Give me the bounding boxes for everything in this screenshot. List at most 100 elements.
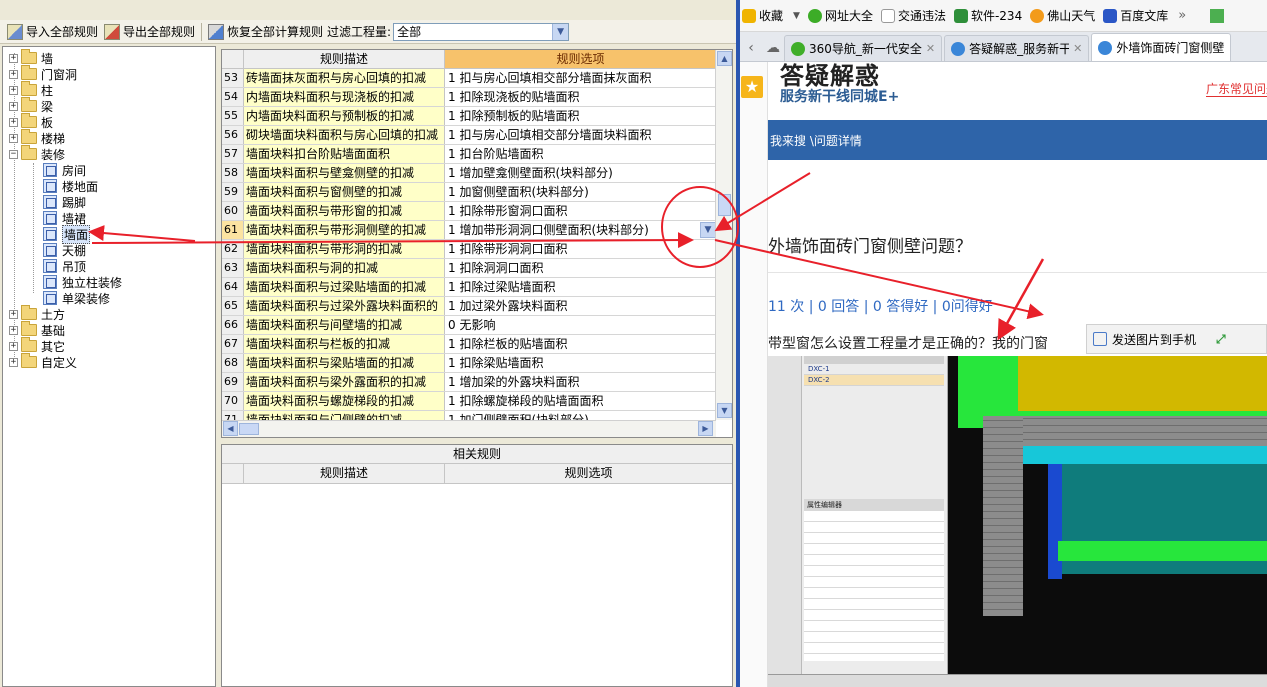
tab-active-question[interactable]: 外墙饰面砖门窗侧壁 [1091, 33, 1232, 61]
scroll-down-icon[interactable]: ▼ [717, 403, 732, 418]
tree-node-stairs[interactable]: + 楼梯 [9, 129, 65, 146]
filter-quantity-select[interactable]: 全部 ▼ [393, 22, 570, 41]
fullscreen-icon[interactable]: ⤢ [1216, 332, 1226, 347]
rule-option-cell[interactable]: 1 扣除预制板的贴墙面积 [445, 107, 716, 125]
rule-description-cell[interactable]: 内墙面块料面积与现浇板的扣减 [244, 88, 445, 106]
rule-option-cell[interactable]: 1 扣与房心回填相交部分墙面块料面积 [445, 126, 716, 144]
rule-option-cell[interactable]: 1 扣与房心回填相交部分墙面抹灰面积 [445, 69, 716, 87]
rule-option-cell[interactable]: 1 扣除带形窗洞口面积 [445, 202, 716, 220]
vertical-scrollbar[interactable]: ▲ ▼ [715, 50, 732, 420]
tree-node-room[interactable]: 房间 [43, 162, 86, 178]
rule-row[interactable]: 65 墙面块料面积与过梁外露块料面积的 1 加过梁外露块料面积 [222, 297, 716, 316]
tree-node-other[interactable]: + 其它 [9, 337, 65, 354]
expand-icon[interactable]: + [9, 69, 18, 79]
rule-description-cell[interactable]: 墙面块料面积与带形洞侧壁的扣减 [244, 221, 445, 239]
rule-description-cell[interactable]: 墙面块料面积与梁外露面积的扣减 [244, 373, 445, 391]
rule-row[interactable]: 68 墙面块料面积与梁贴墙面的扣减 1 扣除梁贴墙面积 [222, 354, 716, 373]
rule-description-cell[interactable]: 内墙面块料面积与预制板的扣减 [244, 107, 445, 125]
rule-row[interactable]: 59 墙面块料面积与窗侧壁的扣减 1 加窗侧壁面积(块料部分) [222, 183, 716, 202]
chevron-down-icon[interactable]: ▼ [793, 11, 800, 21]
chevron-down-icon[interactable]: ▼ [552, 23, 569, 40]
rule-row[interactable]: 57 墙面块料扣台阶贴墙面面积 1 扣台阶贴墙面积 [222, 145, 716, 164]
rule-row[interactable]: 60 墙面块料面积与带形窗的扣减 1 扣除带形窗洞口面积 [222, 202, 716, 221]
rule-description-cell[interactable]: 墙面块料扣台阶贴墙面面积 [244, 145, 445, 163]
bookmark-baidu-library[interactable]: 百度文库 [1103, 7, 1168, 24]
rule-row[interactable]: 55 内墙面块料面积与预制板的扣减 1 扣除预制板的贴墙面积 [222, 107, 716, 126]
tree-node-beam[interactable]: + 梁 [9, 97, 53, 114]
rule-row[interactable]: 69 墙面块料面积与梁外露面积的扣减 1 增加梁的外露块料面积 [222, 373, 716, 392]
rule-description-cell[interactable]: 墙面块料面积与栏板的扣减 [244, 335, 445, 353]
expand-icon[interactable]: + [9, 117, 18, 127]
rule-description-cell[interactable]: 砖墙面抹灰面积与房心回填的扣减 [244, 69, 445, 87]
rule-option-cell[interactable]: 1 扣台阶贴墙面积 [445, 145, 716, 163]
send-image-to-phone-button[interactable]: 发送图片到手机 ⤢ [1086, 324, 1267, 354]
rule-row[interactable]: 54 内墙面块料面积与现浇板的扣减 1 扣除现浇板的贴墙面积 [222, 88, 716, 107]
apps-grid-icon[interactable] [1210, 8, 1225, 23]
rule-option-cell[interactable]: 1 扣除现浇板的贴墙面积 [445, 88, 716, 106]
scroll-thumb[interactable] [718, 194, 731, 216]
rule-option-cell[interactable]: 1 扣除梁贴墙面积 [445, 354, 716, 372]
tree-node-door-window[interactable]: + 门窗洞 [9, 65, 77, 82]
rule-row[interactable]: 62 墙面块料面积与带形洞的扣减 1 扣除带形洞洞口面积 [222, 240, 716, 259]
rule-option-cell[interactable]: 0 无影响 [445, 316, 716, 334]
question-screenshot[interactable]: DXC-1 DXC-2 属性编辑器 [768, 356, 1267, 687]
rule-option-cell[interactable]: 1 增加带形洞洞口侧壁面积(块料部分) ▼ [445, 221, 716, 239]
expand-icon[interactable]: + [9, 357, 18, 367]
bookmark-traffic[interactable]: 交通违法 [880, 7, 946, 24]
tree-node-column-finish[interactable]: 独立柱装修 [43, 274, 122, 290]
tree-node-skirting[interactable]: 踢脚 [43, 194, 86, 210]
tree-node-ceiling[interactable]: 天棚 [43, 242, 86, 258]
rule-description-cell[interactable]: 墙面块料面积与洞的扣减 [244, 259, 445, 277]
rule-description-header[interactable]: 规则描述 [244, 50, 445, 69]
import-rules-button[interactable]: 导入全部规则 [4, 22, 101, 42]
tab-qa[interactable]: 答疑解惑_服务新干线 ✕ [944, 35, 1090, 61]
expand-icon[interactable]: + [9, 325, 18, 335]
tree-node-earthwork[interactable]: + 土方 [9, 305, 65, 322]
export-rules-button[interactable]: 导出全部规则 [101, 22, 198, 42]
rule-option-cell[interactable]: 1 扣除螺旋梯段的贴墙面面积 [445, 392, 716, 410]
more-bookmarks-icon[interactable]: » [1178, 8, 1186, 23]
region-link[interactable]: 广东常见问题 [1206, 80, 1267, 97]
rule-option-cell[interactable]: 1 扣除栏板的贴墙面积 [445, 335, 716, 353]
scroll-up-icon[interactable]: ▲ [717, 51, 732, 66]
tree-node-column[interactable]: + 柱 [9, 81, 53, 98]
rule-row[interactable]: 53 砖墙面抹灰面积与房心回填的扣减 1 扣与房心回填相交部分墙面抹灰面积 [222, 69, 716, 88]
rule-row[interactable]: 67 墙面块料面积与栏板的扣减 1 扣除栏板的贴墙面积 [222, 335, 716, 354]
chevron-down-icon[interactable]: ▼ [700, 222, 716, 238]
expand-icon[interactable]: + [9, 85, 18, 95]
back-icon[interactable]: ‹ [740, 35, 762, 61]
close-icon[interactable]: ✕ [926, 42, 935, 55]
bookmark-site-directory[interactable]: 网址大全 [807, 7, 873, 24]
tree-node-decoration[interactable]: − 装修 [9, 145, 65, 162]
horizontal-scrollbar[interactable]: ◀ ▶ [222, 420, 716, 437]
tree-node-floor[interactable]: 楼地面 [43, 178, 98, 194]
tree-node-beam-finish[interactable]: 单梁装修 [43, 290, 110, 306]
rule-description-cell[interactable]: 墙面块料面积与过梁外露块料面积的 [244, 297, 445, 315]
scroll-thumb[interactable] [239, 423, 259, 435]
rule-option-cell[interactable]: 1 扣除带形洞洞口面积 [445, 240, 716, 258]
bookmark-favorites[interactable]: 收藏 ▼ [742, 7, 800, 24]
bookmark-software[interactable]: 软件-234 [953, 7, 1022, 24]
tree-node-wall-surface[interactable]: 墙面 [43, 224, 91, 244]
tree-node-custom[interactable]: + 自定义 [9, 353, 77, 370]
rule-description-cell[interactable]: 墙面块料面积与梁贴墙面的扣减 [244, 354, 445, 372]
rule-description-cell[interactable]: 墙面块料面积与过梁贴墙面的扣减 [244, 278, 445, 296]
tree-node-wall[interactable]: + 墙 [9, 49, 53, 66]
rule-option-cell[interactable]: 1 扣除洞洞口面积 [445, 259, 716, 277]
rule-description-cell[interactable]: 墙面块料面积与壁龛侧壁的扣减 [244, 164, 445, 182]
restore-rules-button[interactable]: 恢复全部计算规则 [205, 22, 326, 42]
tree-node-foundation[interactable]: + 基础 [9, 321, 65, 338]
rule-description-cell[interactable]: 砌块墙面块料面积与房心回填的扣减 [244, 126, 445, 144]
rule-description-cell[interactable]: 墙面块料面积与带形洞的扣减 [244, 240, 445, 258]
tree-node-suspended-ceiling[interactable]: 吊顶 [43, 258, 86, 274]
rule-option-cell[interactable]: 1 增加壁龛侧壁面积(块料部分) [445, 164, 716, 182]
scroll-left-icon[interactable]: ◀ [223, 421, 238, 436]
rule-description-cell[interactable]: 墙面块料面积与间壁墙的扣减 [244, 316, 445, 334]
rule-option-cell[interactable]: 1 加过梁外露块料面积 [445, 297, 716, 315]
rule-row[interactable]: 66 墙面块料面积与间壁墙的扣减 0 无影响 [222, 316, 716, 335]
rule-description-cell[interactable]: 墙面块料面积与螺旋梯段的扣减 [244, 392, 445, 410]
bookmark-weather[interactable]: 佛山天气 [1030, 7, 1095, 24]
rule-option-cell[interactable]: 1 扣除过梁贴墙面积 [445, 278, 716, 296]
close-icon[interactable]: ✕ [1073, 42, 1082, 55]
expand-icon[interactable]: + [9, 341, 18, 351]
